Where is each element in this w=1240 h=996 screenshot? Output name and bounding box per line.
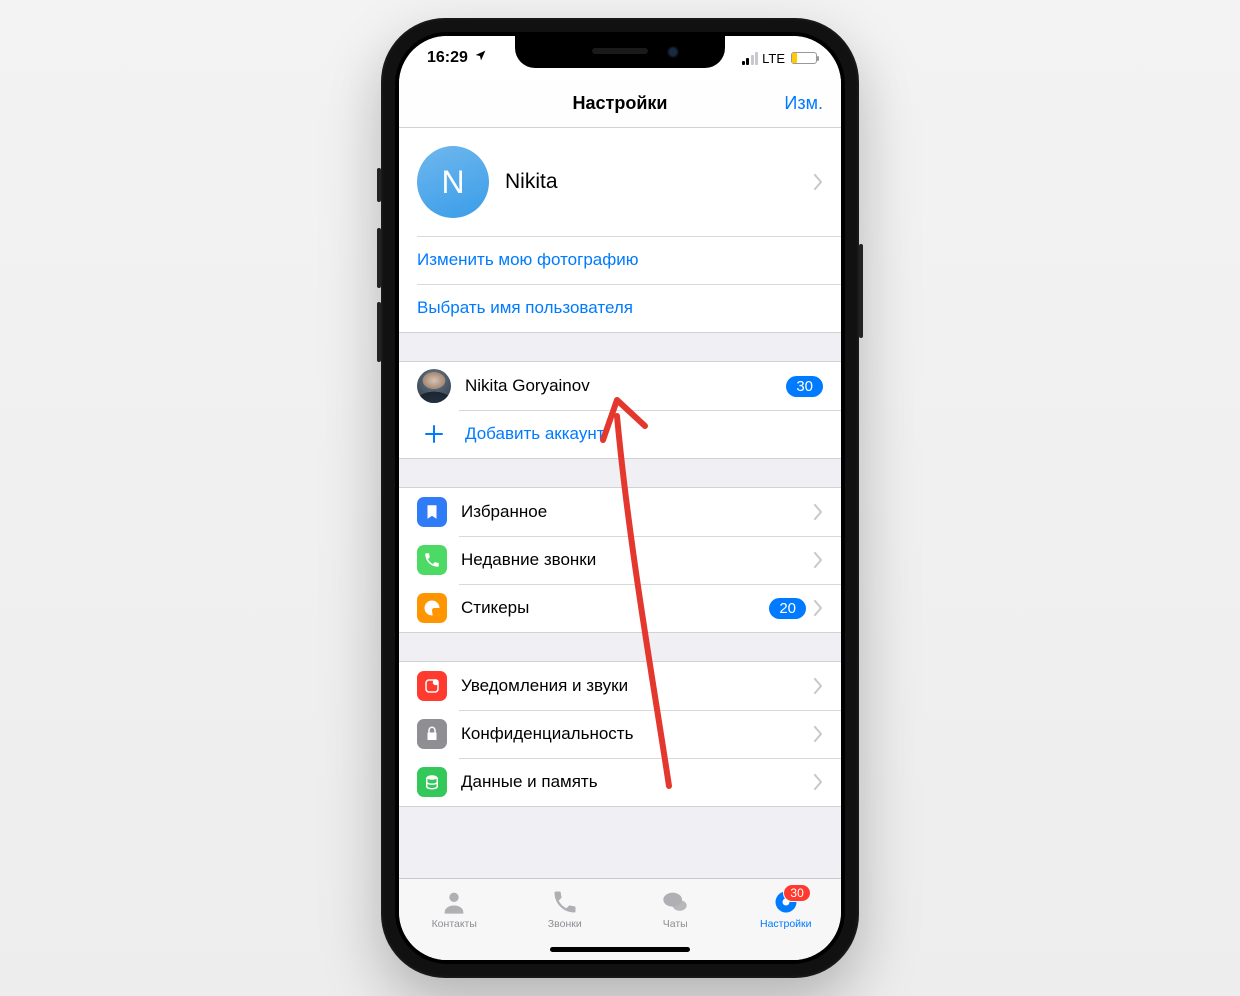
sticker-icon [417,593,447,623]
row-label: Данные и память [461,772,598,792]
screen: 16:29 LTE Настройки Изм. [399,36,841,960]
chevron-right-icon [814,678,823,694]
edit-button[interactable]: Изм. [784,93,823,114]
battery-icon [791,52,817,64]
chevron-right-icon [814,504,823,520]
mute-switch [377,168,381,202]
settings-icon: 30 [771,888,801,916]
settings-badge: 30 [783,884,810,902]
volume-up-button [377,228,381,288]
data-storage-row[interactable]: Данные и память [399,758,841,806]
settings-scroll[interactable]: N Nikita Изменить мою фотографию Выбрать… [399,128,841,878]
chevron-right-icon [814,726,823,742]
phone-frame: 16:29 LTE Настройки Изм. [381,18,859,978]
change-photo-link[interactable]: Изменить мою фотографию [399,236,841,284]
row-label: Уведомления и звуки [461,676,628,696]
stickers-row[interactable]: Стикеры 20 [399,584,841,632]
chats-icon [660,888,690,916]
chevron-right-icon [814,174,823,190]
profile-name: Nikita [505,170,558,194]
tab-label: Контакты [432,918,477,930]
bell-icon [417,671,447,701]
tab-chats[interactable]: Чаты [620,879,731,938]
location-icon [474,49,487,67]
tab-label: Настройки [760,918,812,930]
calls-icon [550,888,580,916]
row-label: Недавние звонки [461,550,596,570]
stickers-badge: 20 [769,598,806,619]
volume-down-button [377,302,381,362]
lock-icon [417,719,447,749]
carrier-label: LTE [762,51,785,66]
account-avatar [417,369,451,403]
signal-icon [742,52,759,65]
contacts-icon [439,888,469,916]
phone-icon [417,545,447,575]
page-title: Настройки [573,93,668,114]
tab-calls[interactable]: Звонки [510,879,621,938]
privacy-row[interactable]: Конфиденциальность [399,710,841,758]
row-label: Стикеры [461,598,529,618]
nav-bar: Настройки Изм. [399,80,841,128]
tab-label: Звонки [548,918,582,930]
row-label: Избранное [461,502,547,522]
notch [515,36,725,68]
tab-contacts[interactable]: Контакты [399,879,510,938]
choose-username-link[interactable]: Выбрать имя пользователя [399,284,841,332]
avatar-initial: N [441,164,464,201]
home-indicator[interactable] [550,947,690,952]
tab-label: Чаты [663,918,688,930]
avatar: N [417,146,489,218]
favorites-row[interactable]: Избранное [399,488,841,536]
add-account-row[interactable]: Добавить аккаунт [399,410,841,458]
status-time: 16:29 [427,49,468,67]
account-row[interactable]: Nikita Goryainov 30 [399,362,841,410]
recent-calls-row[interactable]: Недавние звонки [399,536,841,584]
chevron-right-icon [814,552,823,568]
plus-icon [417,417,451,451]
database-icon [417,767,447,797]
profile-row[interactable]: N Nikita [399,128,841,236]
account-name: Nikita Goryainov [465,376,590,396]
power-button [859,244,863,338]
link-label: Выбрать имя пользователя [417,298,633,318]
row-label: Конфиденциальность [461,724,633,744]
chevron-right-icon [814,774,823,790]
chevron-right-icon [814,600,823,616]
tab-settings[interactable]: 30 Настройки [731,879,842,938]
link-label: Изменить мою фотографию [417,250,638,270]
account-badge: 30 [786,376,823,397]
notifications-row[interactable]: Уведомления и звуки [399,662,841,710]
bookmark-icon [417,497,447,527]
add-account-label: Добавить аккаунт [465,424,605,444]
